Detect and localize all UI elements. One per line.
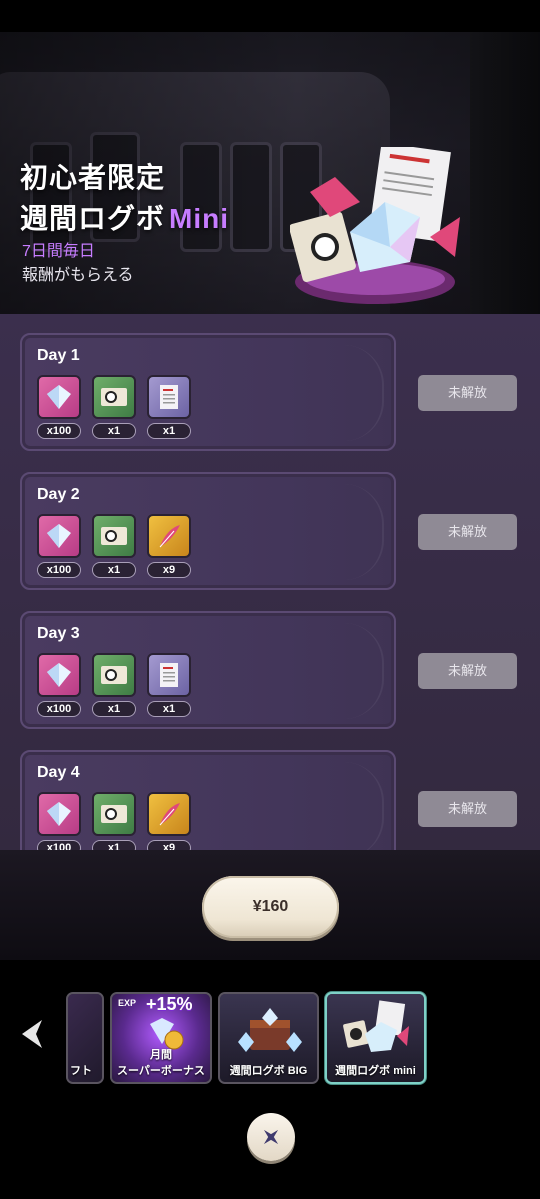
- day-label: Day 3: [37, 625, 80, 642]
- document-icon[interactable]: [147, 375, 191, 419]
- header-banner: 初心者限定 週間ログボ Mini 7日間毎日 報酬がもらえる: [0, 32, 540, 314]
- banner-subtitle-days: 7日間毎日: [22, 243, 95, 260]
- day-card-2: Day 2 x100 x1 x9: [20, 472, 396, 590]
- pack-label: フト: [70, 1065, 92, 1077]
- pack-label: 週間ログボ mini: [335, 1065, 416, 1077]
- feather-icon[interactable]: [147, 792, 191, 836]
- item-quantity: x1: [92, 840, 136, 850]
- banner-title-main: 週間ログボ: [20, 203, 166, 234]
- ticket-icon[interactable]: [92, 514, 136, 558]
- treasure-chest-icon: [238, 1008, 302, 1052]
- day-label: Day 2: [37, 486, 80, 503]
- pack-label: スーパーボーナス: [117, 1065, 205, 1077]
- claim-button-day1[interactable]: 未解放: [418, 375, 517, 411]
- chevron-left-icon[interactable]: [18, 1018, 46, 1050]
- ticket-icon[interactable]: [92, 653, 136, 697]
- item-quantity: x9: [147, 562, 191, 578]
- day-label: Day 4: [37, 764, 80, 781]
- item-quantity: x9: [147, 840, 191, 850]
- ticket-icon[interactable]: [92, 375, 136, 419]
- pack-tab-weekly-big[interactable]: 週間ログボ BIG: [218, 992, 319, 1084]
- banner-title-line1: 初心者限定: [20, 162, 166, 193]
- item-quantity: x100: [37, 562, 81, 578]
- close-button[interactable]: [247, 1113, 295, 1161]
- diamond-icon[interactable]: [37, 792, 81, 836]
- diamond-icon[interactable]: [37, 514, 81, 558]
- day-card-1: Day 1 x100 x1 x1: [20, 333, 396, 451]
- pack-label-top: 月間: [150, 1049, 172, 1061]
- close-icon: [263, 1129, 279, 1145]
- reward-bundle-icon: [343, 1000, 409, 1052]
- reward-list[interactable]: Day 1 x100 x1 x1 未解放 Day 2 x100 x1 x9 未解…: [0, 314, 540, 850]
- diamond-icon[interactable]: [37, 375, 81, 419]
- bonus-percent: +15%: [146, 994, 193, 1014]
- item-quantity: x100: [37, 840, 81, 850]
- exp-badge: EXP: [118, 998, 137, 1008]
- feather-icon[interactable]: [147, 514, 191, 558]
- claim-button-day3[interactable]: 未解放: [418, 653, 517, 689]
- pack-label: 週間ログボ BIG: [229, 1065, 308, 1077]
- document-icon[interactable]: [147, 653, 191, 697]
- diamond-icon[interactable]: [37, 653, 81, 697]
- day-card-4: Day 4 x100 x1 x9: [20, 750, 396, 850]
- day-card-3: Day 3 x100 x1 x1: [20, 611, 396, 729]
- reward-bundle-image: [290, 147, 460, 304]
- item-quantity: x1: [92, 562, 136, 578]
- day-label: Day 1: [37, 347, 80, 364]
- diamond-coins-icon: [150, 1018, 184, 1050]
- item-quantity: x1: [147, 701, 191, 717]
- item-quantity: x100: [37, 423, 81, 439]
- banner-subtitle-reward: 報酬がもらえる: [22, 267, 134, 284]
- pack-tab-monthly-bonus[interactable]: EXP +15% 月間 スーパーボーナス: [110, 992, 212, 1084]
- ticket-icon[interactable]: [92, 792, 136, 836]
- item-quantity: x100: [37, 701, 81, 717]
- banner-title-line2: 週間ログボ Mini: [20, 197, 229, 237]
- banner-title-accent: Mini: [169, 203, 230, 234]
- item-quantity: x1: [147, 423, 191, 439]
- pack-tab-previous[interactable]: フト: [66, 992, 104, 1084]
- pack-tab-weekly-mini[interactable]: 週間ログボ mini: [325, 992, 426, 1084]
- claim-button-day2[interactable]: 未解放: [418, 514, 517, 550]
- purchase-button[interactable]: ¥160: [202, 876, 339, 938]
- item-quantity: x1: [92, 701, 136, 717]
- claim-button-day4[interactable]: 未解放: [418, 791, 517, 827]
- item-quantity: x1: [92, 423, 136, 439]
